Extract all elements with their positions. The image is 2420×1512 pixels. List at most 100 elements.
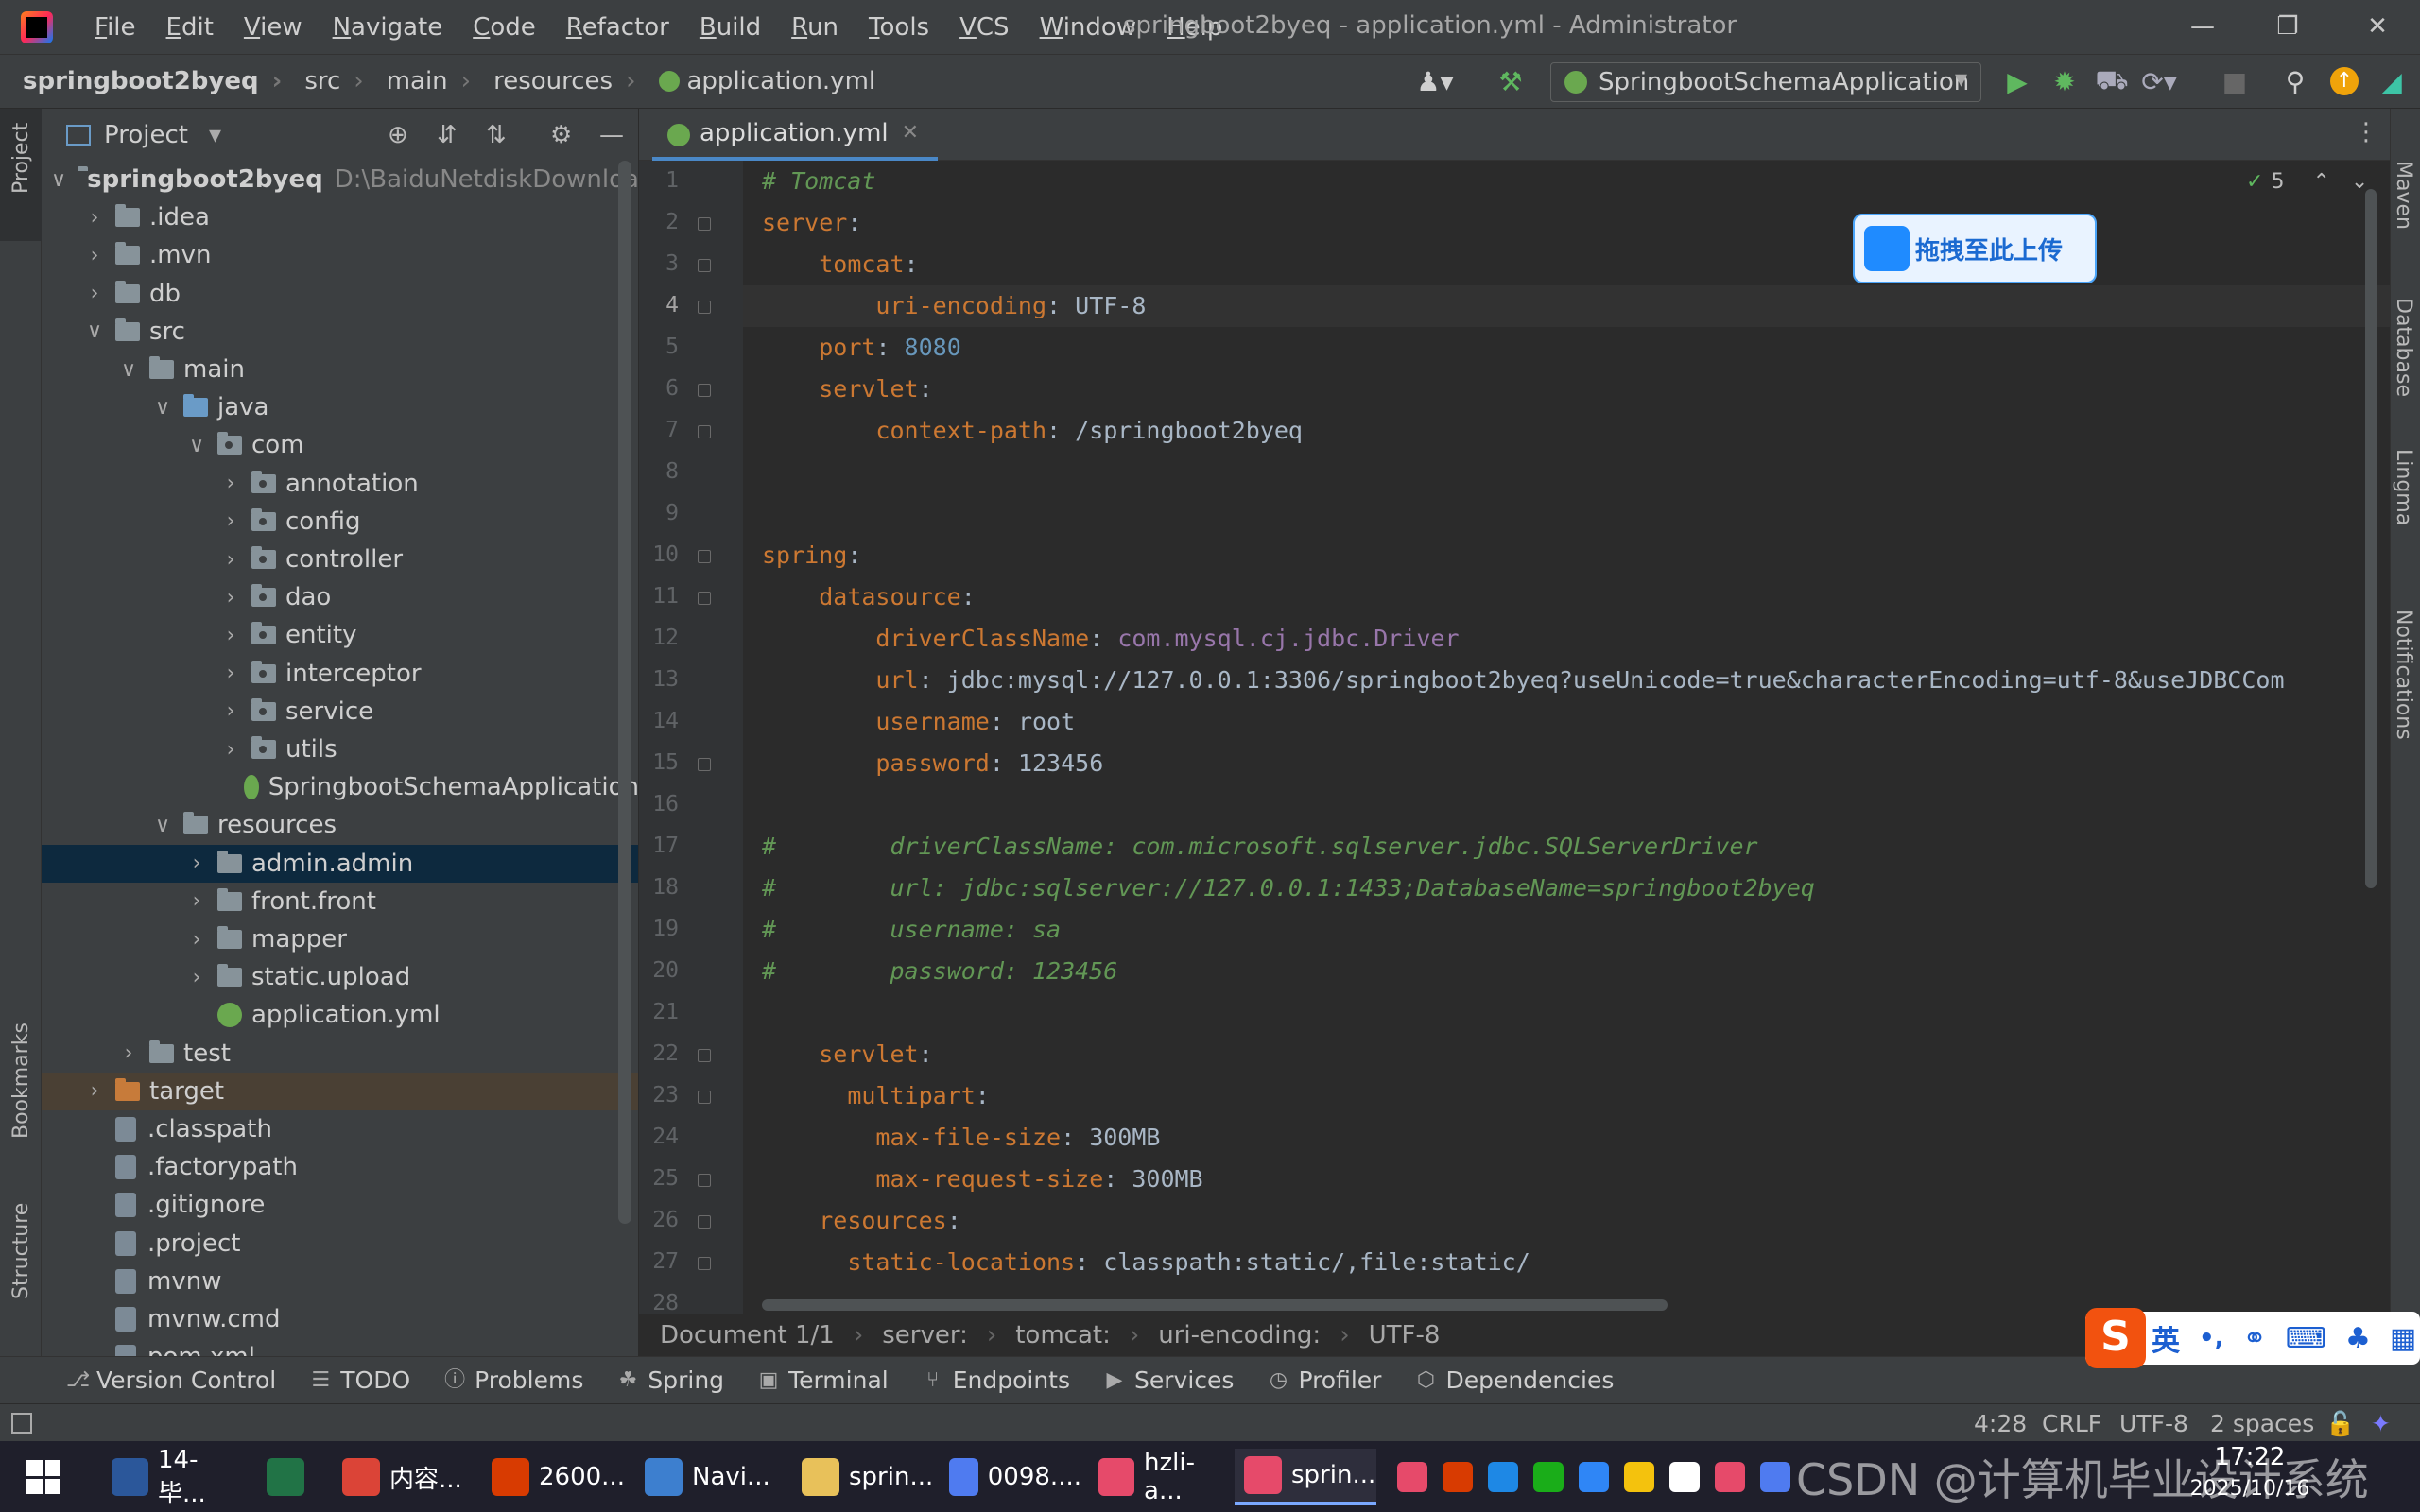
tray-app-icon[interactable]	[1397, 1462, 1427, 1492]
chevron-right-icon[interactable]: ›	[221, 586, 240, 610]
tab-application-yml[interactable]: application.yml ✕	[652, 109, 939, 161]
code-line[interactable]: password: 123456	[762, 749, 1103, 777]
fold-marker-icon[interactable]	[698, 1215, 711, 1228]
ai-status-icon[interactable]: ✦	[2371, 1410, 2391, 1437]
tree-node[interactable]: › interceptor	[42, 655, 638, 693]
structure-breadcrumb-item[interactable]: uri-encoding:	[1158, 1321, 1321, 1349]
taskbar-app[interactable]: 内容...	[333, 1449, 475, 1505]
structure-breadcrumb-item[interactable]: tomcat:	[1015, 1321, 1111, 1349]
locate-icon[interactable]: ⊕	[388, 121, 408, 149]
chevron-right-icon[interactable]: ›	[221, 662, 240, 685]
project-panel-title[interactable]: Project	[104, 121, 188, 149]
breadcrumb-item[interactable]: springboot2byeq ›	[0, 67, 282, 95]
tree-node[interactable]: › service	[42, 693, 638, 730]
fold-marker-icon[interactable]	[698, 758, 711, 771]
build-hammer-icon[interactable]: ⚒	[1494, 64, 1528, 98]
restore-button[interactable]: ❐	[2264, 8, 2311, 45]
menu-view[interactable]: View	[229, 13, 318, 42]
fold-marker-icon[interactable]	[698, 301, 711, 314]
chevron-down-icon[interactable]: ∨	[187, 434, 206, 457]
taskbar-app[interactable]	[257, 1449, 323, 1505]
tree-scrollbar[interactable]	[618, 161, 631, 1224]
ime-toolbar[interactable]: S 英 •, ⚭ ⌨ ♣ ▦	[2085, 1308, 2420, 1368]
fold-marker-icon[interactable]	[698, 592, 711, 605]
code-line[interactable]: static-locations: classpath:static/,file…	[762, 1248, 1530, 1276]
chevron-right-icon[interactable]: ›	[221, 472, 240, 495]
tool-window-spring[interactable]: ☘ Spring	[617, 1366, 725, 1394]
chevron-right-icon[interactable]: ›	[187, 928, 206, 952]
tool-windows-toggle-icon[interactable]	[11, 1413, 32, 1434]
tree-node[interactable]: › test	[42, 1035, 638, 1073]
code-line[interactable]: username: root	[762, 708, 1075, 735]
tray-sync-icon[interactable]	[1624, 1462, 1654, 1492]
tree-node[interactable]: › annotation	[42, 465, 638, 503]
chevron-right-icon[interactable]: ›	[85, 244, 104, 267]
tree-node[interactable]: SpringbootSchemaApplication	[42, 768, 638, 806]
chevron-right-icon[interactable]: ›	[187, 966, 206, 989]
indent-setting[interactable]: 2 spaces	[2210, 1410, 2314, 1437]
chevron-down-icon[interactable]: ▾	[209, 121, 221, 149]
fold-marker-icon[interactable]	[698, 259, 711, 272]
chevron-right-icon[interactable]: ›	[221, 548, 240, 572]
tree-node[interactable]: › config	[42, 503, 638, 541]
baidu-upload-widget[interactable]: 拖拽至此上传	[1853, 214, 2097, 284]
tray-intellij-icon[interactable]	[1715, 1462, 1745, 1492]
menu-tools[interactable]: Tools	[854, 13, 944, 42]
debug-icon[interactable]: ✹	[2048, 64, 2082, 98]
tree-node[interactable]: › admin.admin	[42, 844, 638, 883]
tree-node[interactable]: ∨ java	[42, 388, 638, 426]
taskbar-app[interactable]: 14-毕...	[102, 1446, 244, 1508]
tree-node[interactable]: .factorypath	[42, 1148, 638, 1186]
code-line[interactable]: # url: jdbc:sqlserver://127.0.0.1:1433;D…	[762, 874, 1815, 902]
fold-marker-icon[interactable]	[698, 1174, 711, 1187]
code-line[interactable]: spring:	[762, 541, 861, 569]
chevron-down-icon[interactable]: ∨	[153, 814, 172, 837]
taskbar-app[interactable]: 0098....	[940, 1449, 1081, 1505]
tool-window-services[interactable]: ▶ Services	[1104, 1366, 1235, 1394]
chevron-right-icon[interactable]: ›	[187, 851, 206, 875]
tree-node[interactable]: pom.xml	[42, 1338, 638, 1356]
taskbar-app[interactable]: sprin...	[1235, 1449, 1376, 1505]
fold-marker-icon[interactable]	[698, 217, 711, 231]
microphone-icon[interactable]: ⚭	[2243, 1322, 2267, 1355]
tool-window-dependencies[interactable]: ⬡ Dependencies	[1415, 1366, 1615, 1394]
tree-node[interactable]: › controller	[42, 541, 638, 578]
chevron-right-icon[interactable]: ›	[119, 1041, 138, 1065]
line-separator[interactable]: CRLF	[2042, 1410, 2101, 1437]
taskbar-app[interactable]: Navi...	[635, 1449, 777, 1505]
tray-baidu-icon[interactable]	[1669, 1462, 1700, 1492]
structure-breadcrumb-item[interactable]: UTF-8	[1369, 1321, 1441, 1349]
chevron-right-icon[interactable]: ›	[85, 206, 104, 230]
stop-icon[interactable]: ■	[2218, 64, 2252, 98]
coverage-icon[interactable]: ⛟	[2095, 64, 2129, 98]
toolbox-icon[interactable]: ▦	[2390, 1322, 2416, 1355]
more-options-icon[interactable]: ⋮	[2354, 118, 2378, 146]
fold-marker-icon[interactable]	[698, 1049, 711, 1062]
code-line[interactable]: resources:	[762, 1207, 961, 1234]
menu-code[interactable]: Code	[458, 13, 551, 42]
taskbar-app[interactable]: hzli-a...	[1089, 1449, 1229, 1505]
expand-all-icon[interactable]: ⇵	[437, 121, 458, 149]
tool-window-todo[interactable]: ☰ TODO	[310, 1366, 410, 1394]
menu-refactor[interactable]: Refactor	[551, 13, 684, 42]
notifications-stripe-button[interactable]: Notifications	[2392, 610, 2415, 740]
chevron-right-icon[interactable]: ›	[221, 624, 240, 647]
menu-vcs[interactable]: VCS	[944, 13, 1024, 42]
inspection-widget[interactable]: ✓ 5 ⌃ ⌄	[2246, 170, 2368, 194]
tree-node[interactable]: › .mvn	[42, 236, 638, 274]
code-line[interactable]: server:	[762, 209, 861, 236]
previous-highlight-icon[interactable]: ⌃	[2312, 170, 2329, 194]
tray-feishu-icon[interactable]	[1488, 1462, 1518, 1492]
tray-todo-icon[interactable]	[1579, 1462, 1609, 1492]
code-line[interactable]: # password: 123456	[762, 957, 1117, 985]
taskbar-app[interactable]: sprin...	[792, 1449, 934, 1505]
tool-window-problems[interactable]: ⓘ Problems	[444, 1366, 583, 1394]
menu-navigate[interactable]: Navigate	[318, 13, 458, 42]
editor-vertical-scrollbar-thumb[interactable]	[2365, 189, 2377, 888]
tree-node[interactable]: mvnw.cmd	[42, 1300, 638, 1338]
gear-icon[interactable]: ⚙	[550, 121, 572, 149]
fold-marker-icon[interactable]	[698, 1257, 711, 1270]
profiler-run-icon[interactable]: ⟳▾	[2141, 64, 2177, 98]
tool-window-profiler[interactable]: ◷ Profiler	[1268, 1366, 1382, 1394]
file-encoding[interactable]: UTF-8	[2119, 1410, 2188, 1437]
